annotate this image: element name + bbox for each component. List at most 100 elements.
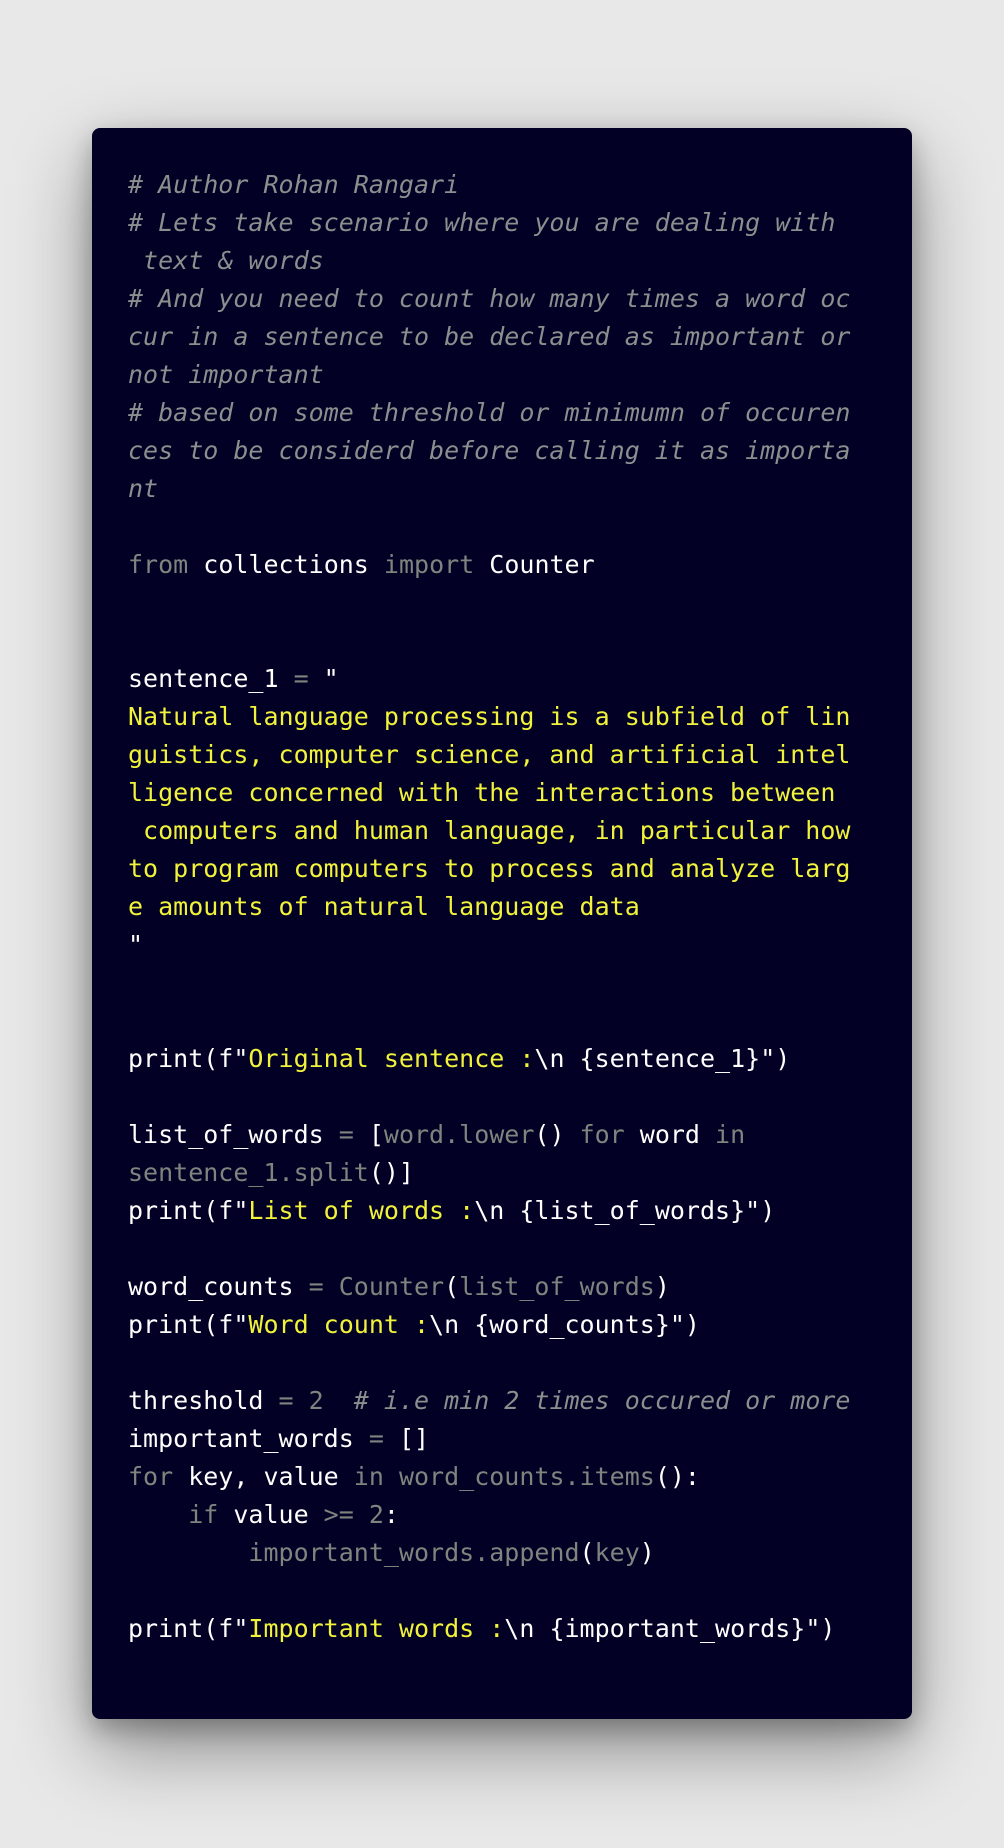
code-token-op: = — [293, 1272, 339, 1301]
code-token-comment: text & words — [128, 246, 324, 275]
code-line: ligence concerned with the interactions … — [128, 774, 850, 812]
code-token-name: ") — [745, 1196, 776, 1225]
code-line: ces to be considerd before calling it as… — [128, 432, 850, 470]
code-line: e amounts of natural language data — [128, 888, 850, 926]
code-token-string: Natural language processing is a subfiel… — [128, 702, 851, 731]
code-token-attr: list_of_words — [459, 1272, 655, 1301]
code-token-punct: ) — [654, 1272, 670, 1301]
code-line: threshold = 2 # i.e min 2 times occured … — [128, 1382, 850, 1420]
code-line: print(f"Original sentence :\n {sentence_… — [128, 1040, 850, 1078]
code-line: list_of_words = [word.lower() for word i… — [128, 1116, 850, 1154]
code-token-comment: # And you need to count how many times a… — [128, 284, 851, 313]
code-token-comment: cur in a sentence to be declared as impo… — [128, 322, 851, 351]
code-token-string: Important words : — [248, 1614, 505, 1643]
code-token-name: key, value — [173, 1462, 339, 1491]
code-token-attr: word_counts.items — [398, 1462, 655, 1491]
code-line: if value >= 2: — [128, 1496, 850, 1534]
code-token-comment: # i.e min 2 times occured or more — [323, 1386, 851, 1415]
code-token-punct: : — [383, 1500, 399, 1529]
code-token-op: = — [278, 664, 324, 693]
code-token-comment: # Author Rohan Rangari — [128, 170, 460, 199]
code-token-name: important_words — [128, 1424, 354, 1453]
code-token-name: list_of_words — [128, 1120, 324, 1149]
code-token-punct: ( — [579, 1538, 595, 1567]
code-token-name: word — [639, 1120, 700, 1149]
code-token-keyword: for — [564, 1120, 640, 1149]
code-line: print(f"Important words :\n {important_w… — [128, 1610, 850, 1648]
code-token-string: e amounts of natural language data — [128, 892, 640, 921]
code-token-name: print(f" — [128, 1196, 249, 1225]
code-block: # Author Rohan Rangari # Lets take scenar… — [128, 166, 850, 1648]
code-token-attr: sentence_1.split — [128, 1158, 369, 1187]
code-token-name: ") — [805, 1614, 836, 1643]
code-token-string: Word count : — [248, 1310, 430, 1339]
code-token-keyword: in — [338, 1462, 399, 1491]
code-token-name: sentence_1 — [128, 664, 279, 693]
code-token-escape: \n {word_counts} — [429, 1310, 670, 1339]
code-token-punct: ) — [639, 1538, 655, 1567]
code-token-punct: () — [534, 1120, 565, 1149]
code-token-punct: ()] — [368, 1158, 414, 1187]
code-line: cur in a sentence to be declared as impo… — [128, 318, 850, 356]
code-token-attr: Counter — [338, 1272, 445, 1301]
code-token-string: guistics, computer science, and artifici… — [128, 740, 851, 769]
code-token-name: print(f" — [128, 1614, 249, 1643]
code-line: print(f"Word count :\n {word_counts}") — [128, 1306, 850, 1344]
code-token-keyword: import — [383, 550, 475, 579]
code-line: word_counts = Counter(list_of_words) — [128, 1268, 850, 1306]
code-line: Natural language processing is a subfiel… — [128, 698, 850, 736]
code-token-escape: \n {sentence_1} — [534, 1044, 761, 1073]
code-line: guistics, computer science, and artifici… — [128, 736, 850, 774]
code-token-string: List of words : — [248, 1196, 475, 1225]
code-token-punct: " — [323, 664, 339, 693]
code-token-attr: important_words.append — [128, 1538, 580, 1567]
code-token-name: ") — [669, 1310, 700, 1339]
code-token-string: Original sentence : — [248, 1044, 535, 1073]
code-token-comment: not important — [128, 360, 324, 389]
code-token-keyword: from — [128, 550, 189, 579]
code-token-keyword: in — [700, 1120, 746, 1149]
code-token-comment: nt — [128, 474, 159, 503]
code-token-op: = — [353, 1424, 399, 1453]
code-line: " — [128, 926, 850, 964]
code-line: text & words — [128, 242, 850, 280]
code-token-op: >= — [308, 1500, 369, 1529]
code-line: # Lets take scenario where you are deali… — [128, 204, 850, 242]
code-token-punct: [ — [368, 1120, 384, 1149]
code-token-name — [474, 550, 489, 579]
code-token-escape: \n {list_of_words} — [474, 1196, 746, 1225]
code-line: from collections import Counter — [128, 546, 850, 584]
code-token-string: computers and human language, in particu… — [128, 816, 851, 845]
code-token-name: Counter — [489, 550, 595, 579]
code-token-string: ligence concerned with the interactions … — [128, 778, 836, 807]
code-token-punct: ( — [444, 1272, 460, 1301]
code-token-comment: # Lets take scenario where you are deali… — [128, 208, 836, 237]
code-token-string: to program computers to process and anal… — [128, 854, 851, 883]
code-token-name: print(f" — [128, 1310, 249, 1339]
code-line: print(f"List of words :\n {list_of_words… — [128, 1192, 850, 1230]
code-line: # And you need to count how many times a… — [128, 280, 850, 318]
code-line: not important — [128, 356, 850, 394]
code-token-comment: # based on some threshold or minimumn of… — [128, 398, 851, 427]
code-line: nt — [128, 470, 850, 508]
code-token-number: 2 — [308, 1386, 324, 1415]
code-token-op: = — [263, 1386, 309, 1415]
code-token-number: 2 — [368, 1500, 384, 1529]
code-token-name: print(f" — [128, 1044, 249, 1073]
code-token-comment: ces to be considerd before calling it as… — [128, 436, 851, 465]
code-line: # based on some threshold or minimumn of… — [128, 394, 850, 432]
code-token-escape: \n {important_words} — [504, 1614, 806, 1643]
code-token-punct: " — [128, 930, 144, 959]
code-token-name — [188, 550, 203, 579]
code-token-keyword: for — [128, 1462, 174, 1491]
code-token-name: ") — [760, 1044, 791, 1073]
code-line: to program computers to process and anal… — [128, 850, 850, 888]
code-card: # Author Rohan Rangari # Lets take scenar… — [92, 128, 912, 1719]
